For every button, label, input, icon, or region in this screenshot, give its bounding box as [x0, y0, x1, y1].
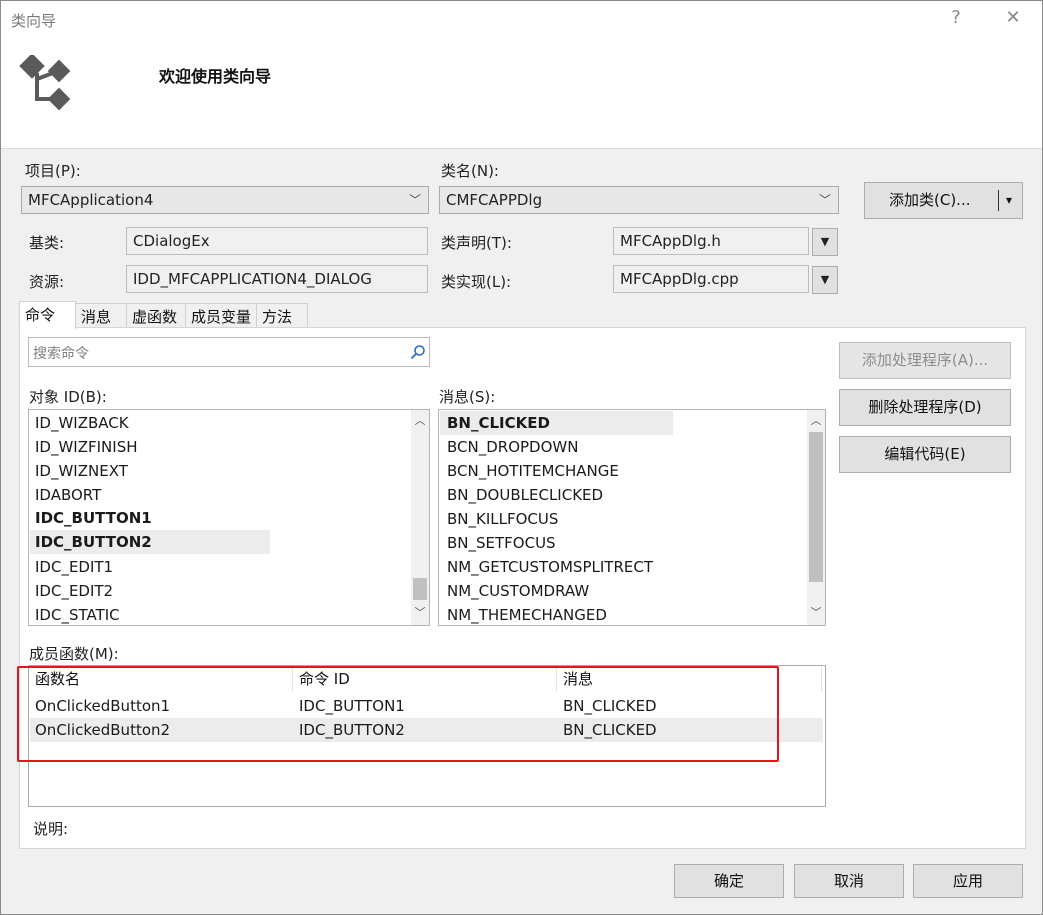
description-label: 说明: [33, 820, 69, 838]
column-header-function-name[interactable]: 函数名 [29, 666, 293, 692]
list-item[interactable]: NM_THEMECHANGED [447, 603, 607, 625]
class-impl-field[interactable]: MFCAppDlg.cpp [613, 265, 809, 293]
resource-field: IDD_MFCAPPLICATION4_DIALOG [126, 265, 428, 293]
tab-member-variables[interactable]: 成员变量 [185, 303, 257, 328]
search-placeholder: 搜索命令 [33, 346, 89, 362]
table-cell: BN_CLICKED [563, 721, 657, 739]
base-class-field: CDialogEx [126, 227, 428, 255]
window-title: 类向导 [11, 12, 57, 30]
add-class-label: 添加类(C)... [889, 191, 971, 209]
list-item[interactable]: IDC_BUTTON2 [35, 530, 152, 554]
table-cell: OnClickedButton1 [35, 697, 171, 715]
add-class-button[interactable]: 添加类(C)... ▾ [864, 182, 1023, 219]
project-combo[interactable]: MFCApplication4 ﹀ [21, 186, 429, 214]
delete-handler-button[interactable]: 删除处理程序(D) [839, 389, 1011, 426]
chevron-down-icon: ﹀ [408, 193, 421, 207]
messages-label: 消息(S): [439, 388, 496, 406]
apply-button[interactable]: 应用 [913, 864, 1023, 898]
class-impl-label: 类实现(L): [441, 273, 512, 291]
scroll-thumb[interactable] [809, 432, 823, 582]
member-functions-label: 成员函数(M): [29, 645, 119, 663]
wizard-header: 欢迎使用类向导 [1, 39, 1042, 149]
object-id-label: 对象 ID(B): [29, 388, 107, 406]
list-item[interactable]: IDABORT [35, 483, 101, 507]
add-handler-button[interactable]: 添加处理程序(A)... [839, 342, 1011, 379]
member-functions-table[interactable]: 函数名 命令 ID 消息 OnClickedButton1 IDC_BUTTON… [28, 665, 826, 807]
list-item[interactable]: BN_DOUBLECLICKED [447, 483, 603, 507]
list-item[interactable]: IDC_STATIC [35, 603, 120, 625]
tab-methods[interactable]: 方法 [256, 303, 308, 328]
messages-scrollbar[interactable]: ︿ ﹀ [807, 410, 825, 625]
object-id-list[interactable]: ID_WIZBACK ID_WIZFINISH ID_WIZNEXT IDABO… [28, 409, 430, 626]
list-item[interactable]: IDC_EDIT1 [35, 555, 113, 579]
ok-button[interactable]: 确定 [674, 864, 784, 898]
class-decl-field[interactable]: MFCAppDlg.h [613, 227, 809, 255]
list-item[interactable]: BCN_DROPDOWN [447, 435, 578, 459]
list-item[interactable]: ID_WIZNEXT [35, 459, 128, 483]
project-value: MFCApplication4 [28, 191, 154, 209]
scroll-thumb[interactable] [413, 578, 427, 600]
project-label: 项目(P): [25, 162, 81, 180]
column-header-message[interactable]: 消息 [557, 666, 822, 692]
search-icon[interactable] [410, 344, 426, 360]
base-class-label: 基类: [29, 234, 65, 252]
scroll-down-icon[interactable]: ﹀ [807, 604, 825, 622]
scroll-up-icon[interactable]: ︿ [411, 412, 429, 430]
list-item[interactable]: BN_KILLFOCUS [447, 507, 558, 531]
list-item[interactable]: ID_WIZFINISH [35, 435, 138, 459]
scroll-down-icon[interactable]: ﹀ [411, 604, 429, 622]
list-item[interactable]: IDC_BUTTON1 [35, 506, 152, 530]
list-item[interactable]: BCN_HOTITEMCHANGE [447, 459, 619, 483]
split-divider [998, 190, 999, 211]
tab-messages[interactable]: 消息 [75, 303, 127, 328]
class-name-combo[interactable]: CMFCAPPDlg ﹀ [439, 186, 839, 214]
title-bar: 类向导 ? ✕ [1, 1, 1042, 39]
edit-code-button[interactable]: 编辑代码(E) [839, 436, 1011, 473]
help-icon[interactable]: ? [941, 7, 971, 28]
class-decl-dropdown-button[interactable]: ▼ [812, 228, 838, 256]
welcome-text: 欢迎使用类向导 [159, 67, 272, 86]
list-item[interactable]: NM_CUSTOMDRAW [447, 579, 589, 603]
table-cell: IDC_BUTTON2 [299, 721, 405, 739]
chevron-down-icon: ﹀ [818, 193, 831, 207]
list-item[interactable]: IDC_EDIT2 [35, 579, 113, 603]
class-wizard-icon [19, 55, 71, 111]
class-decl-label: 类声明(T): [441, 234, 512, 252]
scroll-up-icon[interactable]: ︿ [807, 412, 825, 430]
search-commands-input[interactable]: 搜索命令 [28, 337, 430, 367]
table-cell: BN_CLICKED [563, 697, 657, 715]
list-item[interactable]: NM_GETCUSTOMSPLITRECT [447, 555, 653, 579]
object-id-scrollbar[interactable]: ︿ ﹀ [411, 410, 429, 625]
add-class-dropdown-icon[interactable]: ▾ [1006, 183, 1012, 218]
table-cell: IDC_BUTTON1 [299, 697, 405, 715]
class-name-label: 类名(N): [441, 162, 499, 180]
resource-label: 资源: [29, 273, 65, 291]
cancel-button[interactable]: 取消 [794, 864, 904, 898]
column-header-command-id[interactable]: 命令 ID [293, 666, 557, 692]
class-name-value: CMFCAPPDlg [446, 191, 543, 209]
close-icon[interactable]: ✕ [998, 7, 1028, 28]
class-impl-dropdown-button[interactable]: ▼ [812, 266, 838, 294]
tab-virtual-functions[interactable]: 虚函数 [126, 303, 186, 328]
class-wizard-dialog: 类向导 ? ✕ 欢迎使用类向导 项目(P): MFCApplication4 ﹀… [0, 0, 1043, 915]
messages-list[interactable]: BN_CLICKED BCN_DROPDOWN BCN_HOTITEMCHANG… [438, 409, 826, 626]
list-item[interactable]: BN_CLICKED [447, 411, 550, 435]
list-item[interactable]: BN_SETFOCUS [447, 531, 556, 555]
tab-commands[interactable]: 命令 [19, 301, 76, 329]
list-item[interactable]: ID_WIZBACK [35, 411, 129, 435]
table-cell: OnClickedButton2 [35, 721, 171, 739]
